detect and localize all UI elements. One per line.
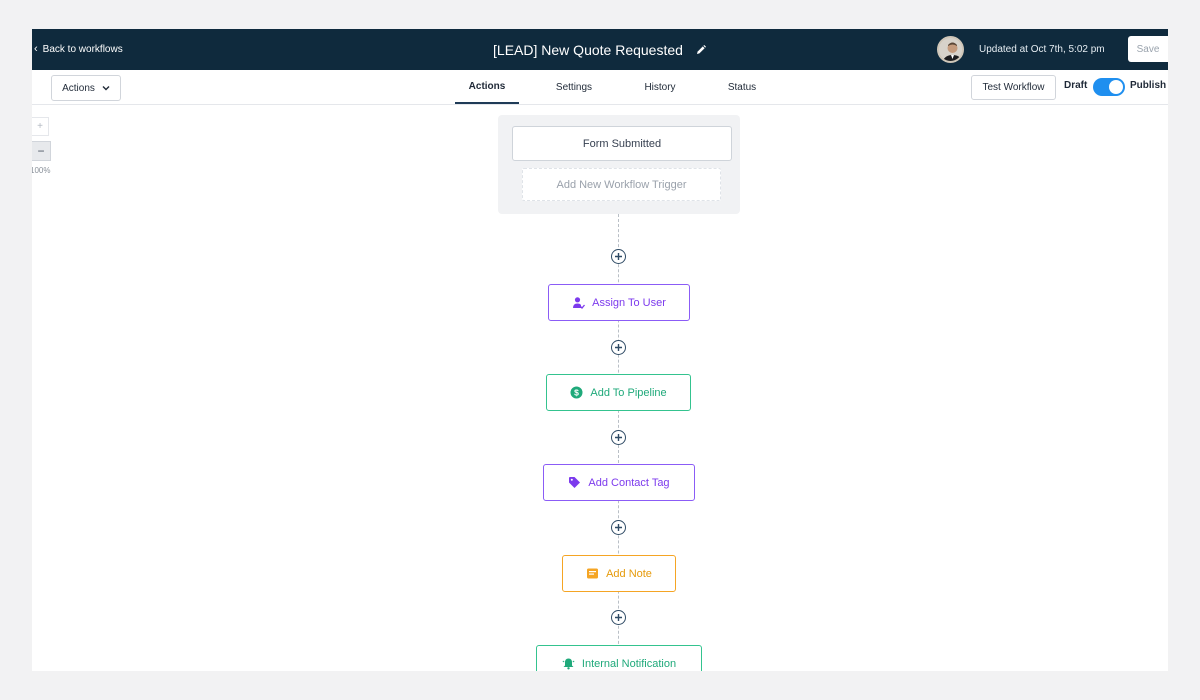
- plus-icon: [615, 253, 622, 260]
- note-icon: [587, 568, 599, 579]
- plus-icon: [615, 524, 622, 531]
- tab-actions[interactable]: Actions: [455, 70, 519, 104]
- action-add-note[interactable]: Add Note: [562, 555, 676, 592]
- action-internal-notification[interactable]: Internal Notification: [536, 645, 702, 671]
- tab-settings[interactable]: Settings: [544, 70, 604, 104]
- add-action-button[interactable]: [611, 430, 626, 445]
- toggle-knob: [1109, 80, 1123, 94]
- back-label: Back to workflows: [42, 44, 123, 55]
- actions-dropdown-label: Actions: [62, 82, 95, 94]
- add-workflow-trigger-button[interactable]: Add New Workflow Trigger: [522, 168, 721, 201]
- pencil-icon[interactable]: [695, 44, 707, 56]
- zoom-in-button[interactable]: +: [32, 117, 49, 136]
- add-action-button[interactable]: [611, 249, 626, 264]
- bell-icon: [562, 658, 575, 670]
- plus-icon: [615, 614, 622, 621]
- tab-status[interactable]: Status: [717, 70, 767, 104]
- avatar-image: [939, 38, 962, 61]
- trigger-form-submitted[interactable]: Form Submitted: [512, 126, 732, 161]
- action-label: Assign To User: [592, 296, 666, 309]
- back-to-workflows-link[interactable]: ‹ Back to workflows: [34, 29, 123, 70]
- test-workflow-button[interactable]: Test Workflow: [971, 75, 1056, 100]
- tag-icon: [569, 477, 581, 488]
- sub-bar: Actions Actions Settings History Status …: [32, 70, 1168, 105]
- action-assign-to-user[interactable]: Assign To User: [548, 284, 690, 321]
- zoom-level: 100%: [32, 166, 51, 175]
- save-button[interactable]: Save: [1128, 36, 1168, 62]
- tab-history[interactable]: History: [630, 70, 690, 104]
- action-label: Add To Pipeline: [590, 386, 667, 399]
- updated-timestamp: Updated at Oct 7th, 5:02 pm: [979, 44, 1105, 55]
- plus-icon: [615, 434, 622, 441]
- chevron-left-icon: ‹: [34, 43, 38, 55]
- user-avatar[interactable]: [937, 36, 964, 63]
- actions-dropdown[interactable]: Actions: [51, 75, 121, 101]
- draft-label: Draft: [1064, 80, 1088, 91]
- add-action-button[interactable]: [611, 520, 626, 535]
- action-label: Add Contact Tag: [588, 476, 670, 489]
- workflow-title[interactable]: [LEAD] New Quote Requested: [493, 42, 683, 58]
- action-label: Add Note: [606, 567, 652, 580]
- plus-icon: [615, 344, 622, 351]
- trigger-panel: Form Submitted Add New Workflow Trigger: [498, 115, 740, 214]
- add-action-button[interactable]: [611, 340, 626, 355]
- action-add-to-pipeline[interactable]: $ Add To Pipeline: [546, 374, 691, 411]
- user-assign-icon: [573, 297, 586, 309]
- svg-text:$: $: [575, 388, 580, 398]
- top-bar: ‹ Back to workflows [LEAD] New Quote Req…: [32, 29, 1168, 70]
- publish-toggle[interactable]: [1093, 78, 1125, 96]
- action-add-contact-tag[interactable]: Add Contact Tag: [543, 464, 695, 501]
- action-label: Internal Notification: [581, 657, 677, 670]
- publish-label: Publish: [1130, 80, 1167, 91]
- add-action-button[interactable]: [611, 610, 626, 625]
- zoom-out-button[interactable]: −: [32, 141, 51, 161]
- chevron-down-icon: [102, 86, 110, 91]
- dollar-circle-icon: $: [570, 386, 583, 399]
- workflow-editor: ‹ Back to workflows [LEAD] New Quote Req…: [32, 29, 1168, 671]
